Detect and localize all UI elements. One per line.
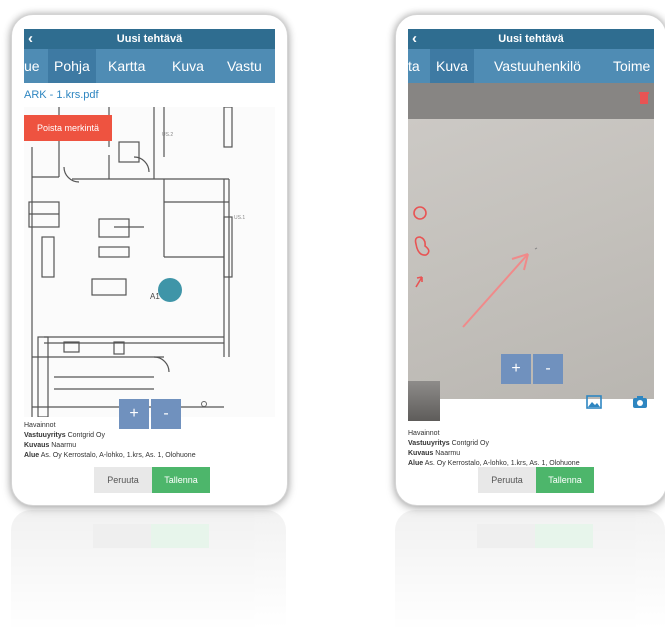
cancel-button[interactable]: Peruuta (94, 467, 152, 493)
tab-partial[interactable]: ta (408, 49, 420, 83)
photo-canvas[interactable]: + - (408, 119, 654, 399)
photo-thumbnail[interactable] (408, 381, 440, 421)
location-marker[interactable] (158, 278, 182, 302)
gallery-icon[interactable] (586, 395, 602, 409)
info-label-3: Kuvaus (408, 450, 434, 457)
app-screen-right: ‹ Uusi tehtävä ta Kuva Vastuuhenkilö Toi… (408, 29, 654, 497)
app-screen-left: ‹ Uusi tehtävä ue Pohja Kartta Kuva Vast… (24, 29, 275, 497)
arrow-annotation (462, 253, 529, 328)
reflection-cancel-button (477, 524, 535, 548)
tab-vastu[interactable]: Vastu (227, 49, 262, 83)
header-bar: ‹ Uusi tehtävä (24, 29, 275, 49)
floor-plan-drawing: US.1 US.2 (28, 106, 245, 418)
info-label-4: Alue (24, 452, 40, 459)
phone-frame-right: ‹ Uusi tehtävä ta Kuva Vastuuhenkilö Toi… (395, 14, 665, 506)
delete-icon[interactable] (638, 91, 650, 105)
phone-frame-left: ‹ Uusi tehtävä ue Pohja Kartta Kuva Vast… (11, 14, 288, 506)
info-value-2: Contgrid Oy (451, 440, 489, 447)
page-title: Uusi tehtävä (498, 33, 564, 45)
tab-toime[interactable]: Toime (613, 49, 650, 83)
photo-annotations (413, 206, 538, 328)
tab-kuva[interactable]: Kuva (172, 49, 204, 83)
delete-marker-button[interactable]: Poista merkintä (24, 115, 112, 141)
file-name[interactable]: ARK - 1.krs.pdf (24, 89, 99, 101)
reflection-left (11, 510, 286, 628)
tab-kartta[interactable]: Kartta (108, 49, 145, 83)
save-button[interactable]: Tallenna (536, 467, 594, 493)
zoom-in-button[interactable]: + (501, 354, 531, 384)
info-label-4: Alue (408, 460, 424, 467)
reflection-cancel-button (93, 524, 151, 548)
reflection-save-button (535, 524, 593, 548)
info-value-4: As. Oy Kerrostalo, A-lohko, 1.krs, As. 1… (40, 452, 196, 459)
tab-kuva[interactable]: Kuva (430, 49, 474, 83)
save-button[interactable]: Tallenna (152, 467, 210, 493)
cancel-button[interactable]: Peruuta (478, 467, 536, 493)
info-block: Havainnot Vastuuyritys Contgrid Oy Kuvau… (24, 421, 196, 461)
info-value-4: As. Oy Kerrostalo, A-lohko, 1.krs, As. 1… (424, 460, 580, 467)
tab-partial[interactable]: ue (24, 49, 40, 83)
info-value-3: Naarmu (435, 450, 461, 457)
info-value-2: Contgrid Oy (67, 432, 105, 439)
header-bar: ‹ Uusi tehtävä (408, 29, 654, 49)
circle-annotation (413, 206, 427, 220)
tab-vastuuhenkilo[interactable]: Vastuuhenkilö (494, 49, 581, 83)
tab-bar: ta Kuva Vastuuhenkilö Toime (408, 49, 654, 83)
photo-toolbar (408, 83, 654, 119)
info-label-2: Vastuuyritys (408, 440, 450, 447)
info-line-1: Havainnot (24, 422, 56, 429)
svg-text:US.2: US.2 (162, 132, 173, 138)
freehand-annotation (414, 236, 430, 256)
room-label: A1 (150, 292, 160, 301)
tab-bar: ue Pohja Kartta Kuva Vastu (24, 49, 275, 83)
info-label-3: Kuvaus (24, 442, 50, 449)
camera-icon[interactable] (632, 395, 648, 409)
reflection-right (395, 510, 665, 628)
small-arrow-annotation (415, 276, 423, 288)
svg-text:US.1: US.1 (234, 215, 245, 221)
zoom-out-button[interactable]: - (533, 354, 563, 384)
info-block: Havainnot Vastuuyritys Contgrid Oy Kuvau… (408, 429, 580, 469)
info-label-2: Vastuuyritys (24, 432, 66, 439)
page-title: Uusi tehtävä (116, 33, 183, 45)
tab-pohja[interactable]: Pohja (48, 49, 96, 83)
reflection-save-button (151, 524, 209, 548)
info-line-1: Havainnot (408, 430, 440, 437)
info-value-3: Naarmu (51, 442, 77, 449)
floor-plan[interactable]: US.1 US.2 Poista merkintä A1 + - (24, 106, 275, 429)
